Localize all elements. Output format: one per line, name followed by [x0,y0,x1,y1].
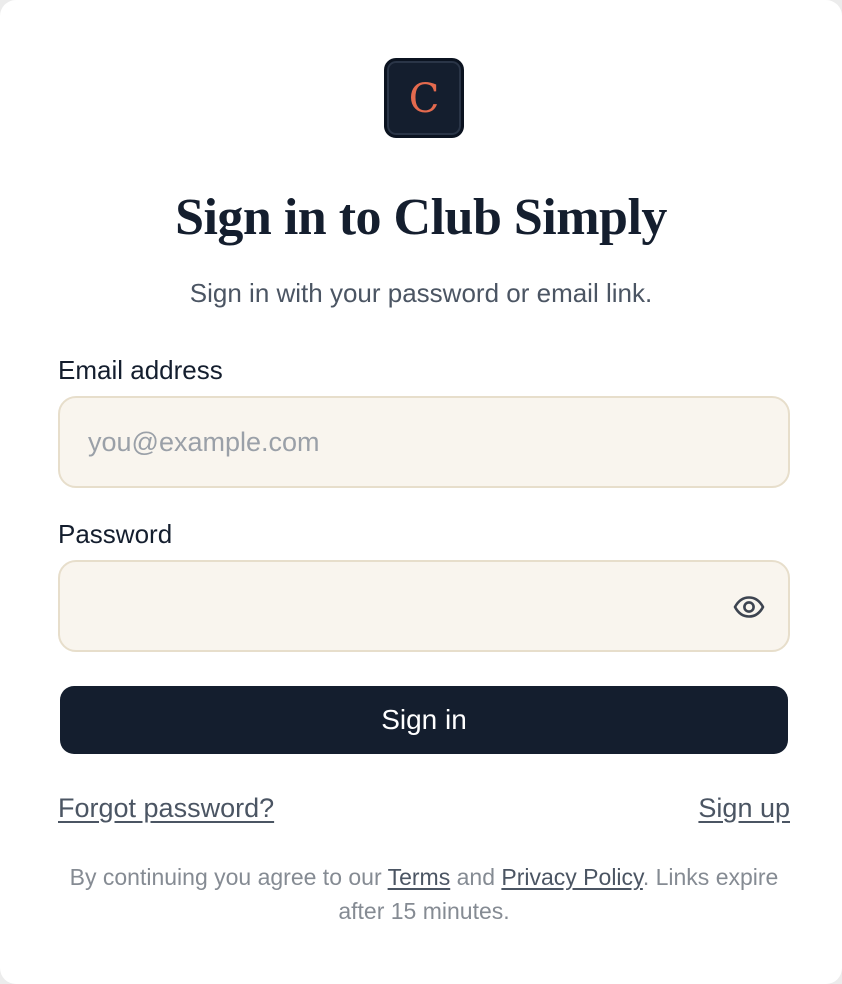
email-field-container [58,396,790,488]
email-input[interactable] [88,398,728,486]
sign-in-button[interactable]: Sign in [60,686,788,754]
terms-link[interactable]: Terms [388,864,451,890]
legal-prefix: By continuing you agree to our [69,864,382,890]
password-field-container [58,560,790,652]
legal-notice: By continuing you agree to our Terms and… [60,860,788,928]
eye-icon[interactable] [732,592,766,622]
email-label: Email address [58,355,223,385]
sign-up-link[interactable]: Sign up [698,790,790,826]
password-input[interactable] [88,562,728,650]
privacy-policy-link[interactable]: Privacy Policy [501,864,642,890]
page-title: Sign in to Club Simply [175,189,667,246]
password-label: Password [58,519,173,549]
logo-letter: C [408,76,440,122]
forgot-password-link[interactable]: Forgot password? [58,790,274,826]
page-subtitle: Sign in with your password or email link… [189,278,653,308]
legal-and: and [456,864,495,890]
sign-in-card: C Sign in to Club Simply Sign in with yo… [0,0,842,984]
app-logo: C [384,58,464,138]
